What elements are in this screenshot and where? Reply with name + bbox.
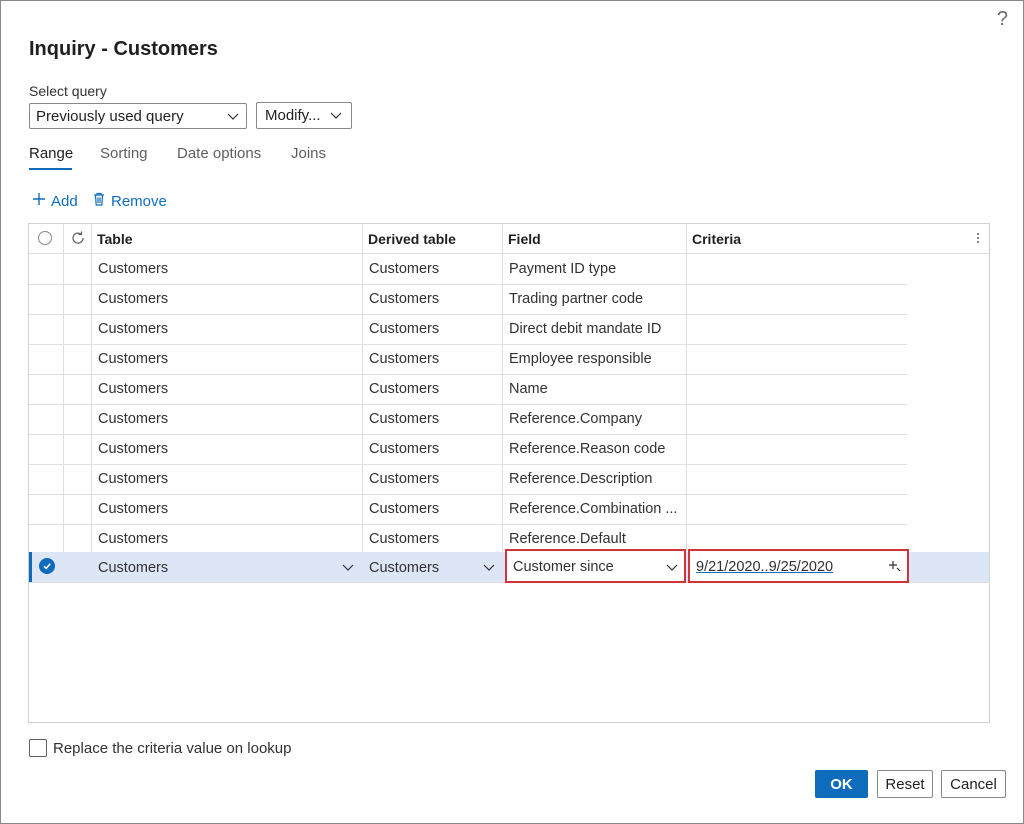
tab-date-options[interactable]: Date options [177, 145, 261, 162]
cell-criteria[interactable] [687, 374, 907, 403]
more-icon[interactable] [975, 230, 981, 251]
cell-derived-table[interactable]: Customers [363, 254, 502, 283]
cell-derived-table[interactable]: Customers [363, 404, 502, 433]
cell-criteria[interactable] [687, 434, 907, 463]
cell-criteria[interactable] [687, 464, 907, 493]
cell-derived-table[interactable]: Customers [363, 494, 502, 523]
criteria-input-highlighted[interactable]: 9/21/2020..9/25/2020 [688, 549, 909, 583]
cell-table[interactable]: Customers [92, 344, 362, 373]
criteria-input-value: 9/21/2020..9/25/2020 [696, 559, 834, 575]
cell-derived-table[interactable]: Customers [363, 464, 502, 493]
add-icon [31, 191, 47, 211]
chevron-down-icon [329, 108, 343, 126]
cell-field[interactable]: Trading partner code [503, 284, 686, 313]
cancel-button[interactable]: Cancel [941, 770, 1006, 798]
table-row[interactable]: Customers Customers Reference.Reason cod… [29, 434, 907, 465]
select-all-circle[interactable] [38, 231, 52, 245]
table-row[interactable]: Customers Customers Direct debit mandate… [29, 314, 907, 345]
replace-criteria-option[interactable]: Replace the criteria value on lookup [29, 739, 291, 757]
table-row[interactable]: Customers Customers Payment ID type [29, 254, 907, 285]
select-query-value: Previously used query [36, 108, 184, 125]
cell-table[interactable]: Customers [92, 524, 362, 553]
cell-derived-table[interactable]: Customers [363, 344, 502, 373]
cell-field[interactable]: Reference.Reason code [503, 434, 686, 463]
modify-button[interactable]: Modify... [256, 102, 352, 129]
refresh-icon[interactable] [70, 230, 86, 251]
cell-field[interactable]: Employee responsible [503, 344, 686, 373]
cell-field[interactable]: Direct debit mandate ID [503, 314, 686, 343]
grid-header: Table Derived table Field Criteria [29, 224, 989, 254]
cell-field[interactable]: Reference.Description [503, 464, 686, 493]
cell-derived-table[interactable]: Customers [363, 524, 502, 553]
remove-button[interactable]: Remove [91, 191, 167, 211]
add-button-label: Add [51, 192, 78, 210]
cell-criteria[interactable] [687, 284, 907, 313]
select-query-label: Select query [29, 83, 107, 99]
cell-criteria[interactable] [687, 404, 907, 433]
cell-field[interactable]: Reference.Combination ... [503, 494, 686, 523]
modify-button-label: Modify... [265, 107, 321, 124]
column-header-derived-table[interactable]: Derived table [363, 224, 461, 253]
column-header-criteria[interactable]: Criteria [687, 224, 746, 253]
table-row[interactable]: Customers Customers Reference.Company [29, 404, 907, 435]
help-icon[interactable]: ? [997, 8, 1008, 31]
tab-sorting[interactable]: Sorting [100, 145, 148, 162]
column-header-table[interactable]: Table [92, 224, 138, 253]
cell-criteria[interactable] [687, 344, 907, 373]
cell-field[interactable]: Reference.Company [503, 404, 686, 433]
chevron-down-icon [665, 560, 679, 579]
remove-button-label: Remove [111, 192, 167, 210]
replace-criteria-checkbox[interactable] [29, 739, 47, 757]
cell-table[interactable]: Customers [92, 434, 362, 463]
table-row[interactable]: Customers Customers Reference.Combinatio… [29, 494, 907, 525]
cell-derived-table[interactable]: Customers [363, 314, 502, 343]
reset-button[interactable]: Reset [877, 770, 933, 798]
tab-range[interactable]: Range [29, 145, 73, 162]
ok-button[interactable]: OK [815, 770, 868, 798]
active-tab-indicator [29, 168, 72, 170]
cell-table[interactable]: Customers [92, 284, 362, 313]
tab-joins[interactable]: Joins [291, 145, 326, 162]
cell-criteria[interactable] [687, 494, 907, 523]
range-grid: Table Derived table Field Criteria Custo… [28, 223, 990, 723]
chevron-down-icon [226, 109, 240, 127]
selected-row-indicator [29, 552, 32, 582]
field-dropdown-value: Customer since [513, 559, 614, 575]
cell-criteria[interactable] [687, 254, 907, 283]
cell-table[interactable]: Customers [92, 464, 362, 493]
table-row[interactable]: Customers Customers Trading partner code [29, 284, 907, 315]
add-button[interactable]: Add [31, 191, 78, 211]
cell-table[interactable]: Customers [92, 254, 362, 283]
cell-table[interactable]: Customers [92, 314, 362, 343]
table-row-selected[interactable]: Customers Customers Customer since 9/21/… [29, 549, 989, 583]
cell-derived-table[interactable]: Customers [363, 374, 502, 403]
cell-table[interactable]: Customers [92, 494, 362, 523]
cell-table[interactable]: Customers [92, 553, 362, 582]
cell-field[interactable]: Name [503, 374, 686, 403]
dialog-title: Inquiry - Customers [29, 38, 218, 60]
cell-derived-table[interactable]: Customers [363, 284, 502, 313]
cell-field[interactable]: Payment ID type [503, 254, 686, 283]
table-row[interactable]: Customers Customers Name [29, 374, 907, 405]
lookup-icon[interactable] [888, 559, 902, 578]
cell-table[interactable]: Customers [92, 374, 362, 403]
cell-derived-table[interactable]: Customers [363, 434, 502, 463]
checkmark-icon[interactable] [39, 558, 55, 574]
cell-table[interactable]: Customers [92, 404, 362, 433]
field-dropdown-highlighted[interactable]: Customer since [505, 549, 686, 583]
cell-criteria[interactable] [687, 314, 907, 343]
table-row[interactable]: Customers Customers Reference.Descriptio… [29, 464, 907, 495]
table-row[interactable]: Customers Customers Employee responsible [29, 344, 907, 375]
replace-criteria-label: Replace the criteria value on lookup [53, 739, 292, 757]
select-query-dropdown[interactable]: Previously used query [29, 103, 247, 129]
chevron-down-icon[interactable] [482, 560, 496, 579]
column-header-field[interactable]: Field [503, 224, 546, 253]
chevron-down-icon[interactable] [341, 560, 355, 579]
trash-icon [91, 191, 107, 211]
